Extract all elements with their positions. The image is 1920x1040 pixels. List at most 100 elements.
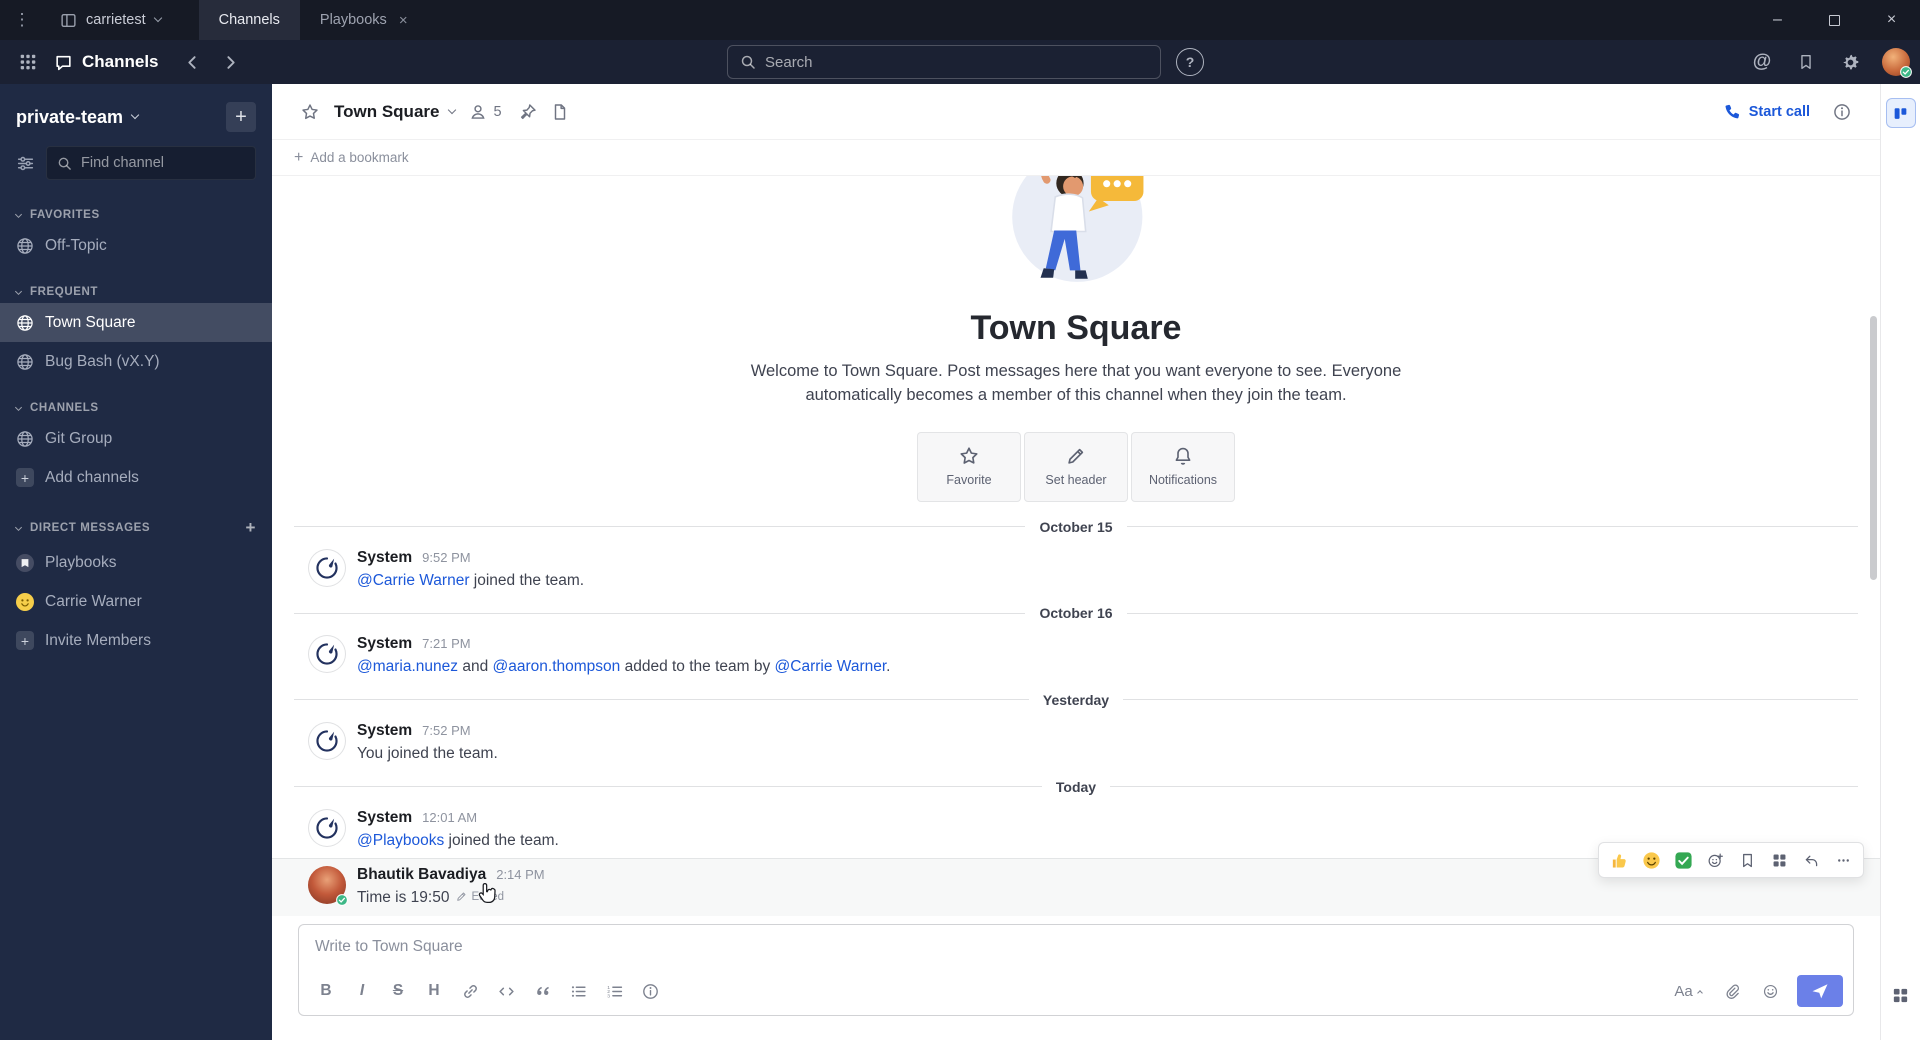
save-message-button[interactable] [1732,846,1762,874]
settings-button[interactable] [1832,44,1868,80]
sidebar-item-invite-members[interactable]: + Invite Members [0,621,272,660]
smile-reaction-button[interactable] [1636,846,1666,874]
set-header-button[interactable]: Set header [1024,431,1128,502]
message-row[interactable]: System 9:52 PM @Carrie Warner joined the t… [272,542,1880,599]
find-channel-input[interactable]: Find channel [46,146,256,180]
user-avatar[interactable] [308,866,348,907]
sidebar-item-playbooks[interactable]: Playbooks [0,543,272,582]
forward-button[interactable] [213,44,249,80]
heading-button[interactable]: H [417,975,451,1007]
window-close-button[interactable]: × [1863,0,1920,40]
user-profile-avatar[interactable] [1882,48,1912,78]
mattermost-logo-icon [314,815,340,841]
formatting-toggle-button[interactable]: Aa [1665,975,1711,1007]
mention-link[interactable]: @aaron.thompson [493,658,621,675]
tab-channels[interactable]: Channels [198,0,300,40]
scrollbar-thumb[interactable] [1870,316,1877,580]
message-author[interactable]: System [357,809,412,827]
message-text: @Playbooks joined the team. [357,831,559,849]
message-timeline: October 15 System 9:52 PM @Carrie Warner jo… [272,512,1880,916]
mention-link[interactable]: @Carrie Warner [775,658,887,675]
back-button[interactable] [175,44,211,80]
product-switcher-icon[interactable] [10,44,46,80]
filter-icon[interactable] [16,154,35,173]
sidebar-item-bug-bash-vx-y[interactable]: Bug Bash (vX.Y) [0,342,272,381]
pin-icon [519,103,537,121]
message-author[interactable]: System [357,722,412,740]
sidebar-section-header[interactable]: FAVORITES [0,204,272,226]
mention-link[interactable]: @Playbooks [357,832,444,849]
emoji-picker-button[interactable] [1753,975,1787,1007]
message-row[interactable]: Bhautik Bavadiya 2:14 PM Time is 19:50 Edit… [272,842,1880,916]
tab-playbooks[interactable]: Playbooks × [300,0,428,40]
bulleted-list-button[interactable] [561,975,595,1007]
message-actions-button[interactable] [1764,846,1794,874]
message-list[interactable]: Town Square Welcome to Town Square. Post… [272,176,1880,916]
mention-link[interactable]: @maria.nunez [357,658,458,675]
server-selector[interactable]: carrietest [44,0,177,40]
start-call-button[interactable]: Start call [1723,103,1810,120]
search-input[interactable]: Search [727,45,1161,79]
info-icon [1833,103,1851,121]
channel-info-button[interactable] [1826,96,1858,128]
strikethrough-button[interactable]: S [381,975,415,1007]
attach-file-button[interactable] [1715,975,1749,1007]
sidebar-item-off-topic[interactable]: Off-Topic [0,226,272,265]
pinned-posts-button[interactable] [512,96,544,128]
more-actions-button[interactable] [1828,846,1858,874]
team-menu[interactable]: private-team [16,107,140,128]
tab-close-icon[interactable]: × [399,12,408,29]
gear-icon [1841,53,1860,72]
message-author[interactable]: Bhautik Bavadiya [357,866,486,884]
date-label: October 15 [1039,518,1113,535]
chevron-down-icon [14,523,23,531]
sidebar-item-add-channels[interactable]: + Add channels [0,458,272,497]
bold-button[interactable]: B [309,975,343,1007]
message-author[interactable]: System [357,549,412,567]
help-icon[interactable]: ? [1176,48,1204,76]
sidebar-section-header[interactable]: CHANNELS [0,397,272,419]
notifications-button[interactable]: Notifications [1131,431,1235,502]
italic-button[interactable]: I [345,975,379,1007]
code-button[interactable] [489,975,523,1007]
active-app-icon[interactable] [1885,98,1916,128]
channel-intro: Town Square Welcome to Town Square. Post… [272,176,1880,512]
numbered-list-button[interactable]: 123 [597,975,631,1007]
sidebar-item-git-group[interactable]: Git Group [0,419,272,458]
channel-label: Playbooks [45,553,117,571]
app-menu-icon[interactable]: ⋮ [0,10,44,30]
window-maximize-button[interactable] [1806,0,1863,40]
add-channel-button[interactable]: + [226,102,256,132]
send-button[interactable] [1797,975,1843,1007]
channel-files-button[interactable] [544,96,576,128]
add-bookmark-button[interactable]: + Add a bookmark [294,149,409,167]
sidebar-item-carrie-warner[interactable]: Carrie Warner [0,582,272,621]
attach-file-icon [1724,983,1741,1000]
channel-name-menu[interactable]: Town Square [334,102,457,122]
check-mark-reaction-button[interactable] [1668,846,1698,874]
message-row[interactable]: System 7:21 PM @maria.nunez and @aaron.tho… [272,628,1880,685]
link-button[interactable] [453,975,487,1007]
maximize-icon [1829,14,1840,26]
channel-members-button[interactable]: 5 [469,103,502,121]
sidebar-section-header[interactable]: DIRECT MESSAGES + [0,513,272,543]
message-input[interactable]: Write to Town Square [299,925,1853,969]
message-author[interactable]: System [357,635,412,653]
thumbs-up-reaction-button[interactable] [1604,846,1634,874]
sidebar-item-town-square[interactable]: Town Square [0,303,272,342]
formatting-help-button[interactable] [633,975,667,1007]
window-minimize-button[interactable]: – [1749,0,1806,40]
message-row[interactable]: System 7:52 PM You joined the team. [272,715,1880,772]
sidebar-section-header[interactable]: FREQUENT [0,281,272,303]
date-divider: Today [272,772,1880,802]
favorite-channel-button[interactable] [294,96,326,128]
mention-link[interactable]: @Carrie Warner [357,572,469,589]
saved-posts-button[interactable] [1788,44,1824,80]
add-reaction-button[interactable] [1700,846,1730,874]
favorite-button[interactable]: Favorite [917,431,1021,502]
apps-grid-icon[interactable] [1886,980,1916,1010]
reply-button[interactable] [1796,846,1826,874]
add-direct-message-button[interactable]: + [245,518,256,538]
mentions-button[interactable]: @ [1744,44,1780,80]
quote-button[interactable] [525,975,559,1007]
